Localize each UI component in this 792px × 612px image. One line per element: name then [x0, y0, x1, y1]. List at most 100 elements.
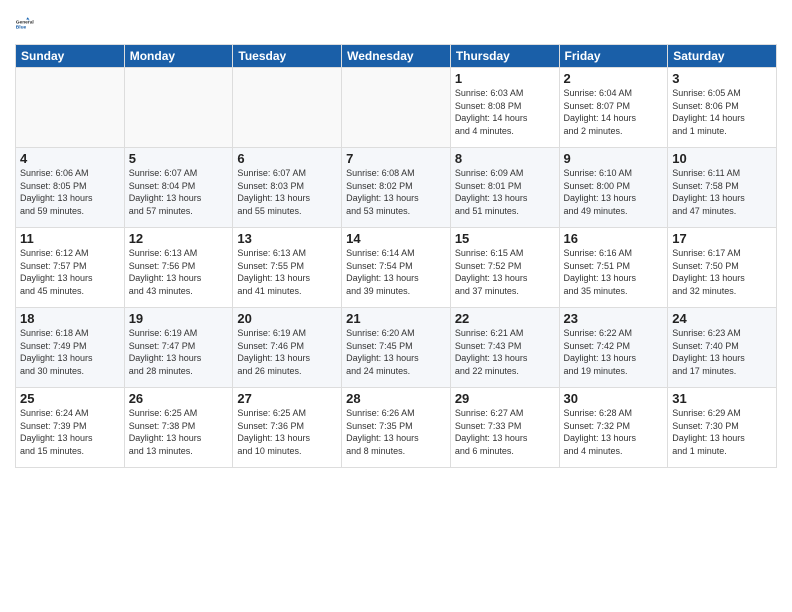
day-of-week-header: Sunday: [16, 45, 125, 68]
calendar-week-row: 18Sunrise: 6:18 AM Sunset: 7:49 PM Dayli…: [16, 308, 777, 388]
calendar-day-cell: 18Sunrise: 6:18 AM Sunset: 7:49 PM Dayli…: [16, 308, 125, 388]
day-number: 3: [672, 71, 772, 86]
day-of-week-header: Wednesday: [342, 45, 451, 68]
calendar-day-cell: 20Sunrise: 6:19 AM Sunset: 7:46 PM Dayli…: [233, 308, 342, 388]
day-number: 19: [129, 311, 229, 326]
day-number: 8: [455, 151, 555, 166]
calendar-day-cell: 3Sunrise: 6:05 AM Sunset: 8:06 PM Daylig…: [668, 68, 777, 148]
day-of-week-header: Friday: [559, 45, 668, 68]
calendar-table: SundayMondayTuesdayWednesdayThursdayFrid…: [15, 44, 777, 468]
calendar-day-cell: 4Sunrise: 6:06 AM Sunset: 8:05 PM Daylig…: [16, 148, 125, 228]
day-number: 9: [564, 151, 664, 166]
svg-text:General: General: [16, 19, 34, 25]
calendar-week-row: 4Sunrise: 6:06 AM Sunset: 8:05 PM Daylig…: [16, 148, 777, 228]
calendar-day-cell: 8Sunrise: 6:09 AM Sunset: 8:01 PM Daylig…: [450, 148, 559, 228]
day-info: Sunrise: 6:14 AM Sunset: 7:54 PM Dayligh…: [346, 247, 446, 297]
calendar-day-cell: 15Sunrise: 6:15 AM Sunset: 7:52 PM Dayli…: [450, 228, 559, 308]
day-number: 27: [237, 391, 337, 406]
day-info: Sunrise: 6:17 AM Sunset: 7:50 PM Dayligh…: [672, 247, 772, 297]
day-info: Sunrise: 6:04 AM Sunset: 8:07 PM Dayligh…: [564, 87, 664, 137]
calendar-week-row: 25Sunrise: 6:24 AM Sunset: 7:39 PM Dayli…: [16, 388, 777, 468]
calendar-day-cell: 1Sunrise: 6:03 AM Sunset: 8:08 PM Daylig…: [450, 68, 559, 148]
calendar-day-cell: 28Sunrise: 6:26 AM Sunset: 7:35 PM Dayli…: [342, 388, 451, 468]
day-info: Sunrise: 6:23 AM Sunset: 7:40 PM Dayligh…: [672, 327, 772, 377]
calendar-day-cell: 7Sunrise: 6:08 AM Sunset: 8:02 PM Daylig…: [342, 148, 451, 228]
day-number: 11: [20, 231, 120, 246]
calendar-day-cell: [16, 68, 125, 148]
day-number: 26: [129, 391, 229, 406]
page-header: General Blue: [15, 10, 777, 38]
calendar-day-cell: 11Sunrise: 6:12 AM Sunset: 7:57 PM Dayli…: [16, 228, 125, 308]
day-number: 20: [237, 311, 337, 326]
day-info: Sunrise: 6:07 AM Sunset: 8:03 PM Dayligh…: [237, 167, 337, 217]
day-info: Sunrise: 6:20 AM Sunset: 7:45 PM Dayligh…: [346, 327, 446, 377]
calendar-day-cell: 23Sunrise: 6:22 AM Sunset: 7:42 PM Dayli…: [559, 308, 668, 388]
day-info: Sunrise: 6:19 AM Sunset: 7:47 PM Dayligh…: [129, 327, 229, 377]
day-number: 23: [564, 311, 664, 326]
day-number: 30: [564, 391, 664, 406]
day-of-week-header: Saturday: [668, 45, 777, 68]
day-number: 31: [672, 391, 772, 406]
logo: General Blue: [15, 10, 45, 38]
day-number: 4: [20, 151, 120, 166]
day-info: Sunrise: 6:05 AM Sunset: 8:06 PM Dayligh…: [672, 87, 772, 137]
day-info: Sunrise: 6:13 AM Sunset: 7:55 PM Dayligh…: [237, 247, 337, 297]
calendar-day-cell: 30Sunrise: 6:28 AM Sunset: 7:32 PM Dayli…: [559, 388, 668, 468]
calendar-day-cell: 27Sunrise: 6:25 AM Sunset: 7:36 PM Dayli…: [233, 388, 342, 468]
calendar-day-cell: 31Sunrise: 6:29 AM Sunset: 7:30 PM Dayli…: [668, 388, 777, 468]
day-of-week-header: Thursday: [450, 45, 559, 68]
calendar-day-cell: [124, 68, 233, 148]
calendar-day-cell: 19Sunrise: 6:19 AM Sunset: 7:47 PM Dayli…: [124, 308, 233, 388]
svg-text:Blue: Blue: [16, 24, 27, 30]
day-info: Sunrise: 6:25 AM Sunset: 7:38 PM Dayligh…: [129, 407, 229, 457]
day-of-week-header: Monday: [124, 45, 233, 68]
day-info: Sunrise: 6:18 AM Sunset: 7:49 PM Dayligh…: [20, 327, 120, 377]
calendar-day-cell: 13Sunrise: 6:13 AM Sunset: 7:55 PM Dayli…: [233, 228, 342, 308]
day-number: 14: [346, 231, 446, 246]
day-info: Sunrise: 6:22 AM Sunset: 7:42 PM Dayligh…: [564, 327, 664, 377]
day-number: 21: [346, 311, 446, 326]
calendar-day-cell: 10Sunrise: 6:11 AM Sunset: 7:58 PM Dayli…: [668, 148, 777, 228]
calendar-day-cell: [342, 68, 451, 148]
day-info: Sunrise: 6:11 AM Sunset: 7:58 PM Dayligh…: [672, 167, 772, 217]
calendar-header-row: SundayMondayTuesdayWednesdayThursdayFrid…: [16, 45, 777, 68]
day-number: 24: [672, 311, 772, 326]
calendar-week-row: 1Sunrise: 6:03 AM Sunset: 8:08 PM Daylig…: [16, 68, 777, 148]
day-of-week-header: Tuesday: [233, 45, 342, 68]
calendar-day-cell: 2Sunrise: 6:04 AM Sunset: 8:07 PM Daylig…: [559, 68, 668, 148]
day-number: 18: [20, 311, 120, 326]
day-number: 1: [455, 71, 555, 86]
day-info: Sunrise: 6:21 AM Sunset: 7:43 PM Dayligh…: [455, 327, 555, 377]
calendar-day-cell: 26Sunrise: 6:25 AM Sunset: 7:38 PM Dayli…: [124, 388, 233, 468]
calendar-day-cell: 12Sunrise: 6:13 AM Sunset: 7:56 PM Dayli…: [124, 228, 233, 308]
day-info: Sunrise: 6:07 AM Sunset: 8:04 PM Dayligh…: [129, 167, 229, 217]
logo-icon: General Blue: [15, 10, 43, 38]
day-info: Sunrise: 6:06 AM Sunset: 8:05 PM Dayligh…: [20, 167, 120, 217]
day-info: Sunrise: 6:10 AM Sunset: 8:00 PM Dayligh…: [564, 167, 664, 217]
day-number: 16: [564, 231, 664, 246]
day-info: Sunrise: 6:08 AM Sunset: 8:02 PM Dayligh…: [346, 167, 446, 217]
day-info: Sunrise: 6:09 AM Sunset: 8:01 PM Dayligh…: [455, 167, 555, 217]
day-info: Sunrise: 6:16 AM Sunset: 7:51 PM Dayligh…: [564, 247, 664, 297]
day-number: 13: [237, 231, 337, 246]
day-info: Sunrise: 6:24 AM Sunset: 7:39 PM Dayligh…: [20, 407, 120, 457]
day-info: Sunrise: 6:12 AM Sunset: 7:57 PM Dayligh…: [20, 247, 120, 297]
calendar-day-cell: 25Sunrise: 6:24 AM Sunset: 7:39 PM Dayli…: [16, 388, 125, 468]
day-number: 12: [129, 231, 229, 246]
day-info: Sunrise: 6:28 AM Sunset: 7:32 PM Dayligh…: [564, 407, 664, 457]
calendar-week-row: 11Sunrise: 6:12 AM Sunset: 7:57 PM Dayli…: [16, 228, 777, 308]
day-number: 6: [237, 151, 337, 166]
day-info: Sunrise: 6:19 AM Sunset: 7:46 PM Dayligh…: [237, 327, 337, 377]
day-number: 25: [20, 391, 120, 406]
calendar-day-cell: 16Sunrise: 6:16 AM Sunset: 7:51 PM Dayli…: [559, 228, 668, 308]
day-number: 29: [455, 391, 555, 406]
calendar-day-cell: 14Sunrise: 6:14 AM Sunset: 7:54 PM Dayli…: [342, 228, 451, 308]
day-number: 28: [346, 391, 446, 406]
day-info: Sunrise: 6:25 AM Sunset: 7:36 PM Dayligh…: [237, 407, 337, 457]
calendar-day-cell: 24Sunrise: 6:23 AM Sunset: 7:40 PM Dayli…: [668, 308, 777, 388]
calendar-day-cell: 21Sunrise: 6:20 AM Sunset: 7:45 PM Dayli…: [342, 308, 451, 388]
calendar-day-cell: 5Sunrise: 6:07 AM Sunset: 8:04 PM Daylig…: [124, 148, 233, 228]
day-number: 10: [672, 151, 772, 166]
calendar-day-cell: 6Sunrise: 6:07 AM Sunset: 8:03 PM Daylig…: [233, 148, 342, 228]
calendar-day-cell: 9Sunrise: 6:10 AM Sunset: 8:00 PM Daylig…: [559, 148, 668, 228]
